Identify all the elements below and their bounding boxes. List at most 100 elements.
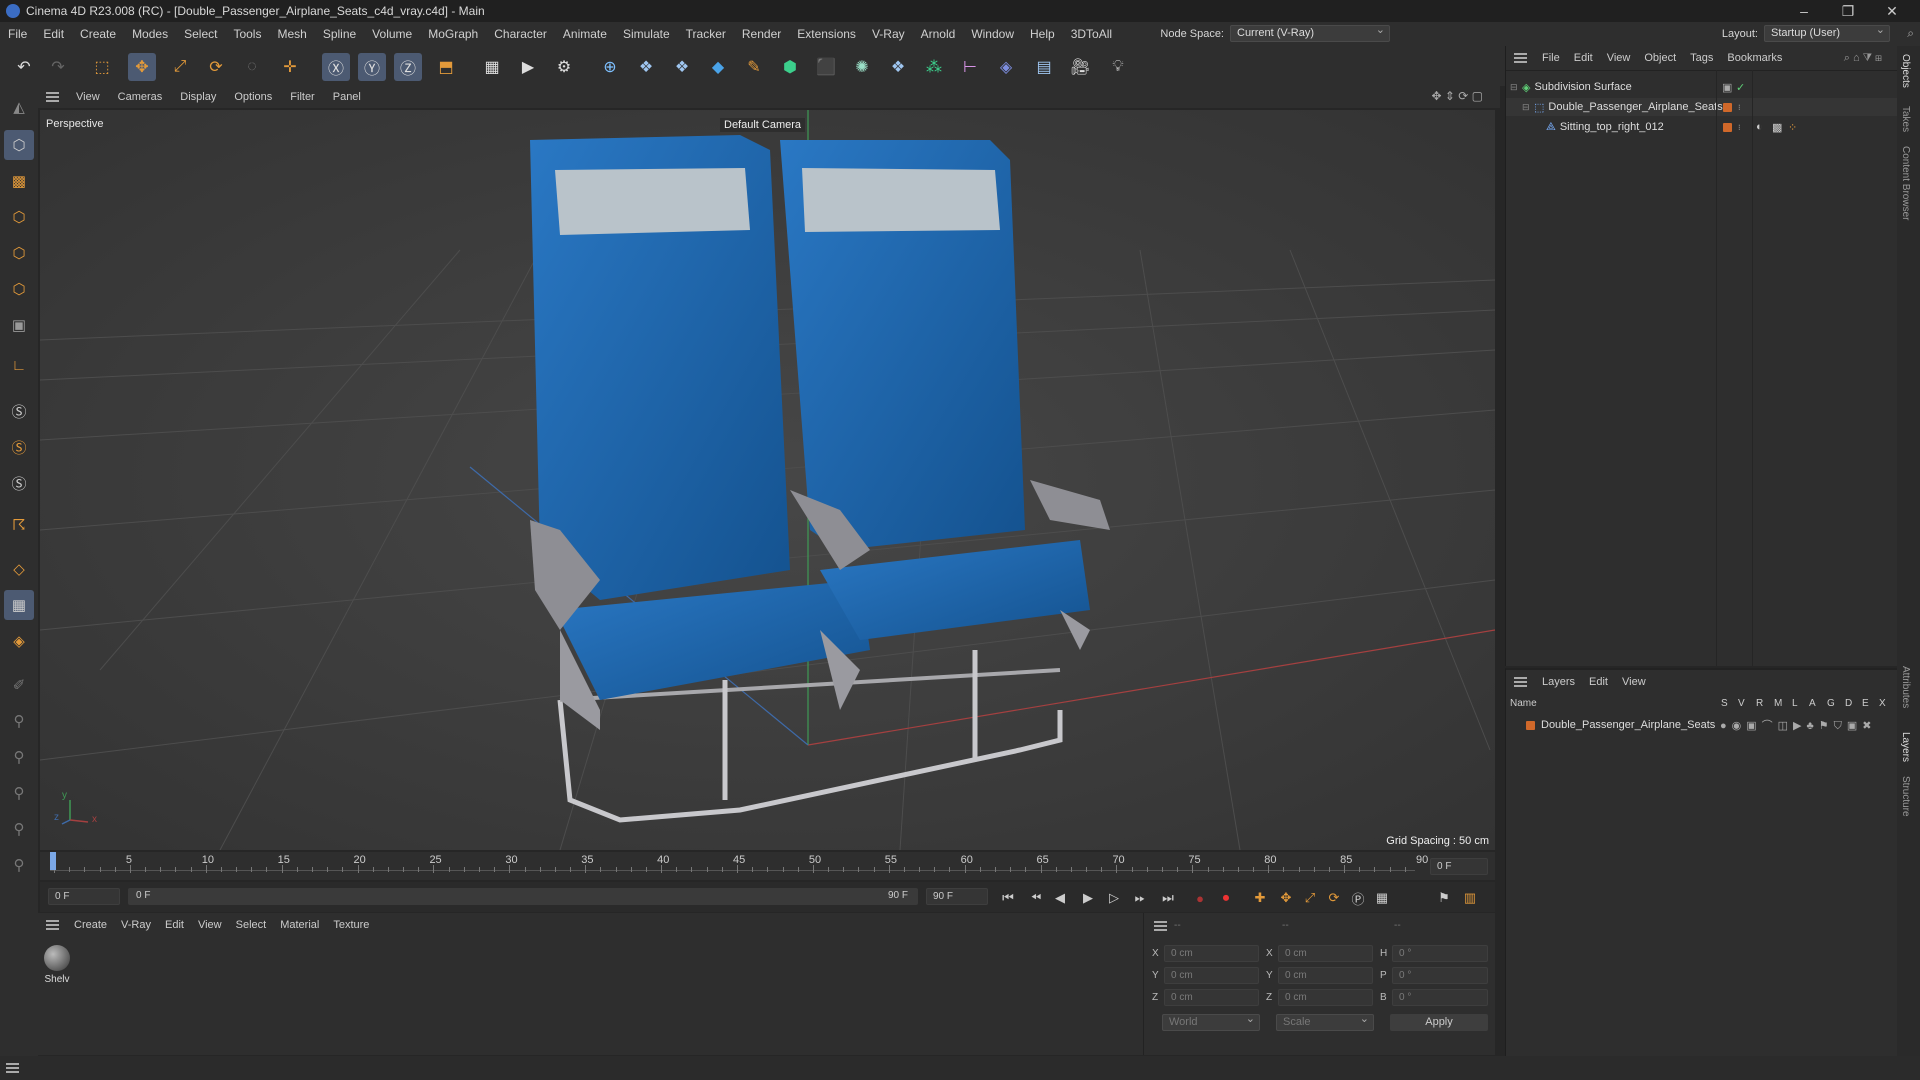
pos-x-field[interactable]: 0 cm [1164, 945, 1259, 962]
object-menu-view[interactable]: View [1600, 52, 1638, 64]
deformer-icon[interactable]: ❖ [884, 53, 912, 81]
layer-color-swatch[interactable] [1723, 102, 1732, 112]
workplane-lock-icon[interactable]: ◈ [4, 626, 34, 656]
texture-tag-icon[interactable]: ⁘ [1788, 121, 1797, 134]
vray-icon[interactable]: ⊕ [596, 53, 624, 81]
material-menu-texture[interactable]: Texture [326, 919, 376, 931]
recent-tool-icon[interactable]: ◌ [238, 53, 266, 81]
redo-icon[interactable]: ↷ [44, 53, 72, 81]
model-mode-icon[interactable]: ⬡ [4, 130, 34, 160]
polygons-mode-icon[interactable]: ⬡ [4, 274, 34, 304]
status-hamburger-icon[interactable] [6, 1063, 19, 1073]
menu-help[interactable]: Help [1022, 27, 1063, 41]
viewport-menu-options[interactable]: Options [225, 91, 281, 103]
pen-spline-icon[interactable]: ✎ [740, 53, 768, 81]
snap-icon[interactable]: Ⓢ [4, 396, 34, 426]
tab-structure[interactable]: Structure [1900, 776, 1911, 817]
timeline-ruler[interactable]: 051015202530354045505560657075808590 0 F [40, 852, 1495, 880]
size-z-field[interactable]: 0 cm [1278, 989, 1373, 1006]
viewport-menu-view[interactable]: View [67, 91, 109, 103]
camera-icon[interactable]: 🎥︎ [1066, 53, 1094, 81]
current-frame-field[interactable]: 0 F [1430, 858, 1488, 875]
menu-spline[interactable]: Spline [315, 27, 364, 41]
menu-vray[interactable]: V-Ray [864, 27, 913, 41]
record-disabled-icon[interactable]: ● [1190, 888, 1210, 908]
pos-z-field[interactable]: 0 cm [1164, 989, 1259, 1006]
layer-hamburger-icon[interactable] [1514, 677, 1527, 687]
object-row-subdivision[interactable]: ⊟ ◈ Subdivision Surface ▣ ✓ [1506, 78, 1898, 96]
uvw-tag-icon[interactable]: ▩ [1772, 121, 1782, 134]
axis-mode-icon[interactable]: ∟ [4, 350, 34, 380]
viewport-menu-cameras[interactable]: Cameras [109, 91, 172, 103]
relax-icon[interactable]: ⚲ [4, 814, 34, 844]
object-menu-file[interactable]: File [1535, 52, 1567, 64]
playhead[interactable] [50, 852, 56, 870]
viewport-menu-display[interactable]: Display [171, 91, 225, 103]
points-mode-icon[interactable]: ⬡ [4, 202, 34, 232]
texture-mode-icon[interactable]: ▩ [4, 166, 34, 196]
enabled-check-icon[interactable]: ✓ [1736, 81, 1745, 94]
y-axis-lock-icon[interactable]: Ⓨ [358, 53, 386, 81]
sculpt-icon[interactable]: ⚲ [4, 706, 34, 736]
minimize-button[interactable]: – [1782, 0, 1826, 22]
cube-primitive-icon[interactable]: ◆ [704, 53, 732, 81]
menu-volume[interactable]: Volume [364, 27, 420, 41]
workplane-icon[interactable]: ◇ [4, 554, 34, 584]
scene-tool-icon[interactable]: ◈ [992, 53, 1020, 81]
key-scale-icon[interactable]: ⤢ [1300, 888, 1320, 908]
timeline-editor-icon[interactable]: ▥ [1460, 888, 1480, 908]
end-frame-field[interactable]: 90 F [926, 888, 988, 905]
menu-mesh[interactable]: Mesh [269, 27, 314, 41]
cloner-icon[interactable]: ✺ [848, 53, 876, 81]
previous-key-icon[interactable]: ⏪︎ [1026, 888, 1046, 908]
close-button[interactable]: ✕ [1870, 0, 1914, 22]
viewport-hamburger-icon[interactable] [46, 92, 59, 102]
z-axis-lock-icon[interactable]: Ⓩ [394, 53, 422, 81]
coords-hamburger-icon[interactable] [1154, 921, 1167, 931]
floor-icon[interactable]: ▤ [1030, 53, 1058, 81]
snap-mode-icon[interactable]: Ⓢ [4, 468, 34, 498]
render-region-icon[interactable]: ▦ [478, 53, 506, 81]
grid-icon[interactable]: ▦ [4, 590, 34, 620]
3d-viewport[interactable]: Perspective Default Camera y x z Grid Sp… [40, 110, 1495, 850]
material-menu-view[interactable]: View [191, 919, 229, 931]
tab-layers[interactable]: Layers [1900, 732, 1911, 762]
material-menu-edit[interactable]: Edit [158, 919, 191, 931]
material-menu-material[interactable]: Material [273, 919, 326, 931]
menu-file[interactable]: File [0, 27, 35, 41]
edges-mode-icon[interactable]: ⬡ [4, 238, 34, 268]
object-row-sitting[interactable]: ⟁ Sitting_top_right_012 ⁝ ◐ ▩ ⁘ [1506, 118, 1898, 136]
render-settings-icon[interactable]: ⚙ [550, 53, 578, 81]
measure-icon[interactable]: ⊢ [956, 53, 984, 81]
coord-space-dropdown[interactable]: World [1162, 1012, 1260, 1031]
menu-animate[interactable]: Animate [555, 27, 615, 41]
snap-settings-icon[interactable]: Ⓢ [4, 432, 34, 462]
rot-p-field[interactable]: 0 ° [1392, 967, 1488, 984]
render-view-icon[interactable]: ▶ [514, 53, 542, 81]
visibility-dots-icon[interactable]: ⁝ [1738, 123, 1741, 132]
material-menu-create[interactable]: Create [67, 919, 114, 931]
object-menu-edit[interactable]: Edit [1567, 52, 1600, 64]
key-pla-icon[interactable]: ▦ [1372, 888, 1392, 908]
subdivision-icon[interactable]: ⬢ [776, 53, 804, 81]
tab-content-browser[interactable]: Content Browser [1900, 146, 1911, 220]
object-menu-bookmarks[interactable]: Bookmarks [1720, 52, 1789, 64]
visibility-dots-icon[interactable]: ⁝ [1738, 103, 1741, 112]
expand-icon[interactable]: ⊟ [1510, 82, 1520, 93]
camera-label[interactable]: Default Camera [720, 118, 806, 132]
expand-icon[interactable]: ⊟ [1522, 102, 1532, 113]
layer-menu-layers[interactable]: Layers [1535, 676, 1582, 688]
object-row-seats[interactable]: ⊟ ⬚ Double_Passenger_Airplane_Seats ⁝ [1506, 98, 1898, 116]
x-axis-lock-icon[interactable]: Ⓧ [322, 53, 350, 81]
layer-color-swatch[interactable] [1526, 720, 1535, 730]
size-y-field[interactable]: 0 cm [1278, 967, 1373, 984]
light-icon[interactable]: 💡︎ [1104, 53, 1132, 81]
restore-button[interactable]: ❐ [1826, 0, 1870, 22]
menu-extensions[interactable]: Extensions [789, 27, 864, 41]
material-menu-select[interactable]: Select [229, 919, 274, 931]
menu-arnold[interactable]: Arnold [913, 27, 964, 41]
object-hamburger-icon[interactable] [1514, 53, 1527, 63]
key-move-icon[interactable]: ✥ [1276, 888, 1296, 908]
scale-tool-icon[interactable]: ⤢ [166, 53, 194, 81]
extrude-icon[interactable]: ⬛ [812, 53, 840, 81]
